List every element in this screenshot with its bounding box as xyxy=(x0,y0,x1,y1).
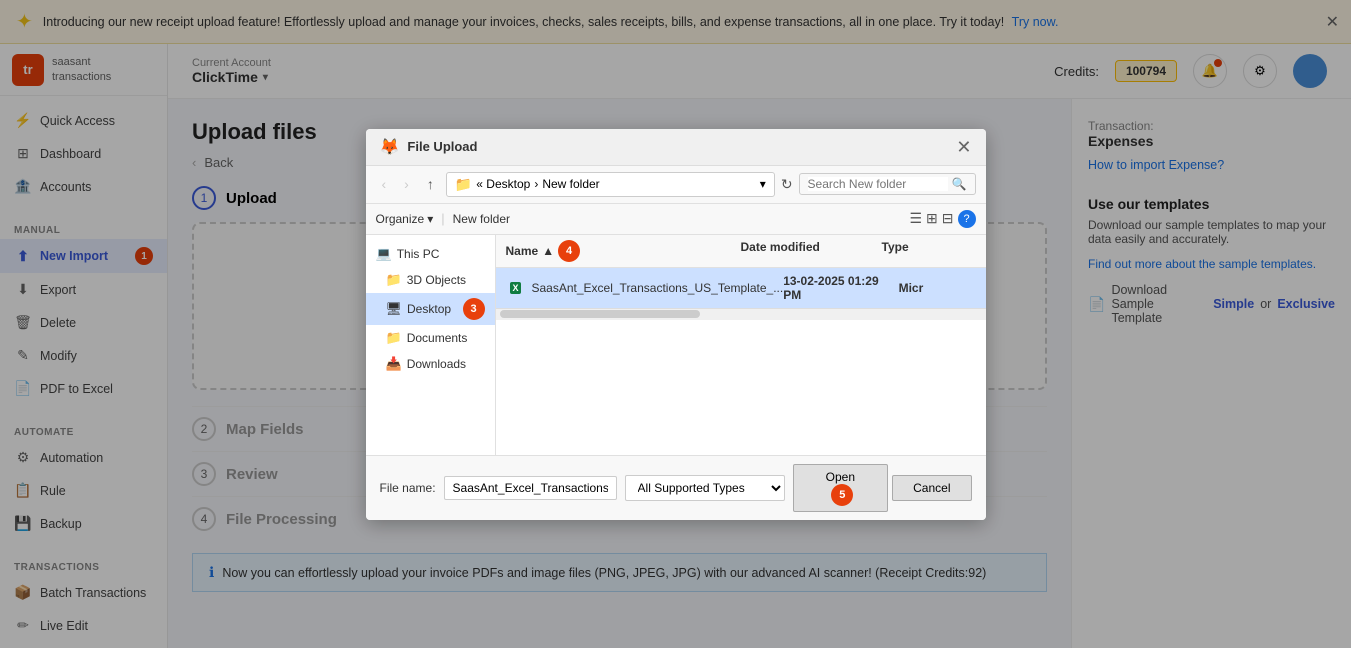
breadcrumb-path: 📁 « Desktop › New folder ▾ xyxy=(446,172,775,197)
col-type-header: Type xyxy=(882,240,976,262)
file-row[interactable]: X SaasAnt_Excel_Transactions_US_Template… xyxy=(496,268,986,308)
dialog-body: 💻 This PC 📁 3D Objects 🖥 Desktop 3 📁 Doc… xyxy=(366,235,986,455)
tree-label: Documents xyxy=(407,331,468,345)
breadcrumb-desktop: « Desktop xyxy=(476,177,530,191)
file-list: Name ▲ 4 Date modified Type X SaasAnt_Ex… xyxy=(496,235,986,455)
horizontal-scrollbar[interactable] xyxy=(496,308,986,320)
filename-label: File name: xyxy=(380,481,436,495)
filetype-select[interactable]: All Supported Types xyxy=(625,475,785,501)
nav-up-button[interactable]: ↑ xyxy=(421,173,440,195)
sort-icon: ▲ xyxy=(542,244,554,258)
dialog-footer: File name: All Supported Types Open 5 Ca… xyxy=(366,455,986,520)
tree-label: This PC xyxy=(397,247,440,261)
cancel-button[interactable]: Cancel xyxy=(892,475,971,501)
step-badge-4: 4 xyxy=(558,240,580,262)
dialog-title: File Upload xyxy=(407,139,948,154)
folder-icon: 📁 xyxy=(386,272,402,288)
new-folder-button[interactable]: New folder xyxy=(453,212,510,226)
refresh-button[interactable]: ↻ xyxy=(781,176,793,193)
tree-item-3d-objects[interactable]: 📁 3D Objects xyxy=(366,267,495,293)
desktop-icon: 🖥 xyxy=(386,301,403,317)
tree-label: Downloads xyxy=(407,357,466,371)
tree-item-documents[interactable]: 📁 Documents xyxy=(366,325,495,351)
breadcrumb-folder: New folder xyxy=(542,177,599,191)
tree-item-downloads[interactable]: 📥 Downloads xyxy=(366,351,495,377)
view-grid-button[interactable]: ⊞ xyxy=(926,210,938,228)
tree-label: 3D Objects xyxy=(407,273,466,287)
step-badge-5: 5 xyxy=(831,484,853,506)
search-input[interactable] xyxy=(808,177,948,191)
filename-input[interactable] xyxy=(444,476,617,500)
dialog-header: 🦊 File Upload ✕ xyxy=(366,129,986,166)
file-tree-sidebar: 💻 This PC 📁 3D Objects 🖥 Desktop 3 📁 Doc… xyxy=(366,235,496,455)
col-date-header: Date modified xyxy=(741,240,882,262)
file-name: SaasAnt_Excel_Transactions_US_Template_.… xyxy=(532,281,784,295)
dialog-toolbar: ‹ › ↑ 📁 « Desktop › New folder ▾ ↻ 🔍 xyxy=(366,166,986,204)
search-icon: 🔍 xyxy=(952,177,967,191)
nav-back-button[interactable]: ‹ xyxy=(376,173,393,195)
pc-icon: 💻 xyxy=(376,246,392,262)
firefox-icon: 🦊 xyxy=(380,137,400,157)
file-type: Micr xyxy=(899,281,976,295)
search-box: 🔍 xyxy=(799,173,976,195)
file-list-header: Name ▲ 4 Date modified Type xyxy=(496,235,986,268)
help-button[interactable]: ? xyxy=(958,210,976,228)
open-button[interactable]: Open 5 xyxy=(793,464,889,512)
excel-badge: X xyxy=(510,282,520,294)
view-list-button[interactable]: ☰ xyxy=(909,210,922,228)
file-upload-dialog: 🦊 File Upload ✕ ‹ › ↑ 📁 « Desktop › New … xyxy=(366,129,986,520)
tree-item-desktop[interactable]: 🖥 Desktop 3 xyxy=(366,293,495,325)
step-badge-3: 3 xyxy=(463,298,485,320)
dialog-close-button[interactable]: ✕ xyxy=(956,138,971,156)
dialog-actions-bar: Organize ▾ | New folder ☰ ⊞ ⊟ ? xyxy=(366,204,986,235)
organize-button[interactable]: Organize ▾ xyxy=(376,212,434,226)
nav-forward-button[interactable]: › xyxy=(398,173,415,195)
col-name-header: Name ▲ 4 xyxy=(506,240,741,262)
view-preview-button[interactable]: ⊟ xyxy=(942,210,954,228)
file-date: 13-02-2025 01:29 PM xyxy=(783,274,898,302)
downloads-icon: 📥 xyxy=(386,356,402,372)
tree-item-this-pc[interactable]: 💻 This PC xyxy=(366,241,495,267)
documents-icon: 📁 xyxy=(386,330,402,346)
tree-label: Desktop xyxy=(407,302,451,316)
dialog-overlay: 🦊 File Upload ✕ ‹ › ↑ 📁 « Desktop › New … xyxy=(0,0,1351,648)
breadcrumb-icon: 📁 xyxy=(455,176,472,193)
scroll-thumb[interactable] xyxy=(500,310,700,318)
excel-file-icon: X xyxy=(506,280,526,296)
